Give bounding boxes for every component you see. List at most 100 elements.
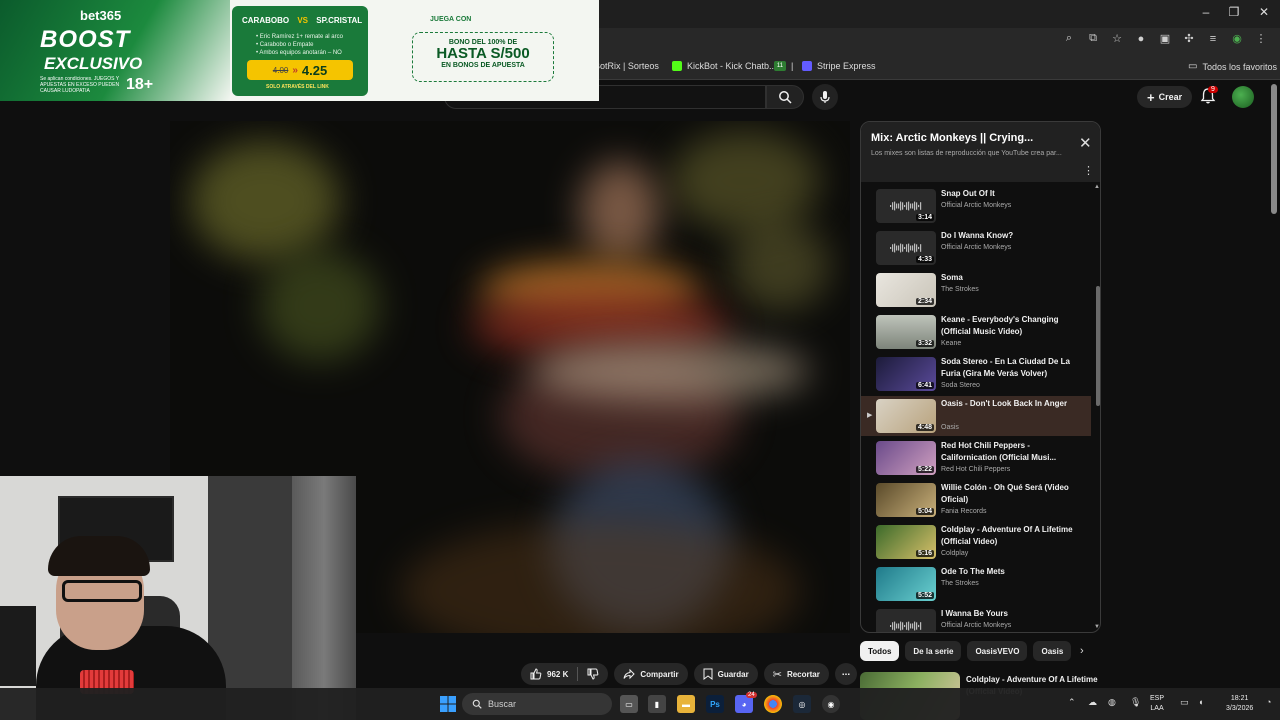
playlist-scrollbar[interactable] (1096, 286, 1100, 406)
bookmark-botrix[interactable]: BotRix | Sorteos (594, 61, 659, 71)
playlist-item-title: Do I Wanna Know? (941, 231, 1014, 240)
system-clock[interactable]: 18:21 3/3/2026 (1226, 694, 1253, 714)
volume-icon[interactable]: ◖ (1198, 697, 1203, 707)
share-button[interactable]: Compartir (614, 663, 688, 685)
app-icon[interactable]: ▮ (648, 695, 666, 713)
ad-vs: VS (297, 16, 309, 25)
playlist-item-duration: 2:34 (915, 298, 934, 305)
puzzle-icon[interactable]: ✣ (1182, 32, 1196, 45)
profile-icon[interactable]: ◉ (1230, 32, 1244, 45)
chip-de-la-serie[interactable]: De la serie (905, 641, 962, 661)
playlist-item[interactable]: 5:16 Coldplay - Adventure Of A Lifetime (… (861, 522, 1091, 562)
ad-bonus-box: BONO DEL 100% DE HASTA S/500 EN BONOS DE… (412, 32, 554, 82)
playlist-item-duration: 4:48 (915, 424, 934, 431)
close-window-button[interactable]: ✕ (1254, 5, 1274, 19)
playlist-item-channel: Soda Stereo (941, 382, 980, 389)
page-scrollbar[interactable] (1271, 84, 1277, 214)
cast-icon[interactable]: ⧉ (1086, 32, 1100, 45)
video-blur-guitar (530, 341, 810, 401)
playlist-item-duration: 4:33 (915, 256, 934, 263)
browser-toolbar-icons: ⌕ ⧉ ☆ ● ▣ ✣ ≡ ◉ ⋮ (1062, 32, 1268, 45)
playlist-item-duration: 5:52 (915, 592, 934, 599)
playlist-item[interactable]: ▶ 4:48 Oasis - Don't Look Back In Anger Oas… (861, 396, 1091, 436)
chip-todos[interactable]: Todos (860, 641, 900, 661)
playlist-item-duration: 5:16 (915, 550, 934, 557)
tray-chevron-up-icon[interactable]: ⌃ (1068, 697, 1076, 708)
tray-cloud-icon[interactable]: ☁ (1088, 697, 1097, 708)
playlist-item[interactable]: 5:04 Willie Colón - Oh Qué Será (Video Of… (861, 480, 1091, 520)
chip-oasisvevo[interactable]: OasisVEVO (967, 641, 1028, 661)
webcam-curtain (292, 476, 356, 720)
dislike-button[interactable] (578, 663, 608, 685)
ad-headline-exclusivo: EXCLUSIVO (44, 54, 143, 73)
windows-start-icon[interactable] (440, 696, 456, 712)
bookmark-stripe[interactable]: Stripe Express (802, 61, 876, 71)
playlist-item[interactable]: 3:32 Keane - Everybody's Changing (Offici… (861, 312, 1091, 352)
keyboard-language[interactable]: ESP LAA (1150, 694, 1164, 714)
ad-new-odds: 4.25 (301, 62, 328, 78)
network-icon[interactable]: ▭ (1180, 697, 1189, 708)
minimize-button[interactable]: – (1196, 5, 1216, 19)
extension-icon-2[interactable]: ▣ (1158, 32, 1172, 45)
voice-search-button[interactable] (812, 84, 838, 110)
tray-app-icon[interactable]: ◍ (1108, 697, 1116, 708)
playlist-item[interactable]: 3:04 I Wanna Be Yours Official Arctic Monk… (861, 606, 1091, 632)
notification-count-badge: 9 (1208, 86, 1218, 93)
zoom-icon[interactable]: ⌕ (1062, 32, 1076, 45)
taskbar-search[interactable]: Buscar (462, 693, 612, 715)
bookmark-kickbot[interactable]: KickBot - Kick Chatb... (672, 61, 777, 71)
search-button[interactable] (766, 85, 804, 109)
bookmark-11[interactable]: 11 | (774, 61, 793, 71)
playlist-item-title: Ode To The Mets (941, 567, 1005, 576)
more-actions-button[interactable]: ⋯ (834, 663, 857, 685)
extension-icon[interactable]: ● (1134, 33, 1148, 45)
maximize-button[interactable]: ❐ (1224, 5, 1244, 19)
playlist-item[interactable]: 5:52 Ode To The Mets The Strokes (861, 564, 1091, 604)
obs-icon[interactable]: ◉ (822, 695, 840, 713)
task-view-icon[interactable]: ▭ (620, 695, 638, 713)
playlist-item-duration: 6:41 (915, 382, 934, 389)
steam-icon[interactable]: ◎ (793, 695, 811, 713)
chrome-icon[interactable] (764, 695, 782, 713)
ad-age-badge: 18+ (126, 76, 154, 93)
ad-cta: JUEGA CON (430, 16, 472, 23)
video-blur-foliage (730, 221, 830, 311)
bookmark-icon (703, 668, 713, 680)
close-icon[interactable]: ✕ (1079, 134, 1092, 152)
playlist-item[interactable]: 2:34 Soma The Strokes (861, 270, 1091, 310)
browser-menu-icon[interactable]: ⋮ (1254, 32, 1268, 45)
share-label: Compartir (640, 669, 679, 679)
video-blur-ground (400, 521, 800, 633)
file-explorer-icon[interactable]: ▬ (677, 695, 695, 713)
chevron-right-icon[interactable]: › (1080, 645, 1084, 657)
tray-mic-icon[interactable]: 🎙 (1130, 697, 1141, 708)
bookmark-star-icon[interactable]: ☆ (1110, 32, 1124, 45)
more-horizontal-icon: ⋯ (841, 669, 850, 679)
media-icon[interactable]: ≡ (1206, 33, 1220, 45)
avatar[interactable] (1232, 86, 1254, 108)
playlist-item[interactable]: 3:14 Snap Out Of It Official Arctic Monkey… (861, 186, 1091, 226)
playlist-item-title: Red Hot Chili Peppers - Californication … (941, 441, 1057, 462)
save-button[interactable]: Guardar (693, 663, 758, 685)
scroll-up-icon[interactable]: ▲ (1094, 184, 1100, 190)
bookmark-all-favorites[interactable]: ▭ Todos los favoritos (1188, 61, 1277, 72)
like-button[interactable]: 962 K (521, 663, 577, 685)
playlist-item-thumbnail: 5:16 (876, 525, 936, 559)
playlist-title[interactable]: Mix: Arctic Monkeys || Crying... (871, 132, 1033, 144)
bookmark-label: Stripe Express (817, 61, 876, 71)
more-options-icon[interactable]: ⋮ (1083, 164, 1094, 177)
notification-center-icon[interactable]: ◔ (1266, 697, 1271, 707)
playlist-item[interactable]: 5:22 Red Hot Chili Peppers - Californicat… (861, 438, 1091, 478)
ad-banner[interactable]: bet365 BOOST EXCLUSIVO Se aplican condic… (0, 0, 599, 101)
clock-date: 3/3/2026 (1226, 705, 1254, 712)
create-button[interactable]: + Crear (1137, 86, 1193, 108)
webcam-microphone (0, 606, 36, 686)
playlist-item[interactable]: 6:41 Soda Stereo - En La Ciudad De La Fur… (861, 354, 1091, 394)
clip-button[interactable]: ✂ Recortar (763, 663, 829, 685)
chip-oasis[interactable]: Oasis (1033, 641, 1072, 661)
like-count: 962 K (547, 669, 569, 679)
playlist-item-title: Coldplay - Adventure Of A Lifetime (Offi… (941, 525, 1073, 546)
playlist-item[interactable]: 4:33 Do I Wanna Know? Official Arctic Monk… (861, 228, 1091, 268)
photoshop-icon[interactable]: Ps (706, 695, 724, 713)
scroll-down-icon[interactable]: ▼ (1094, 624, 1100, 630)
